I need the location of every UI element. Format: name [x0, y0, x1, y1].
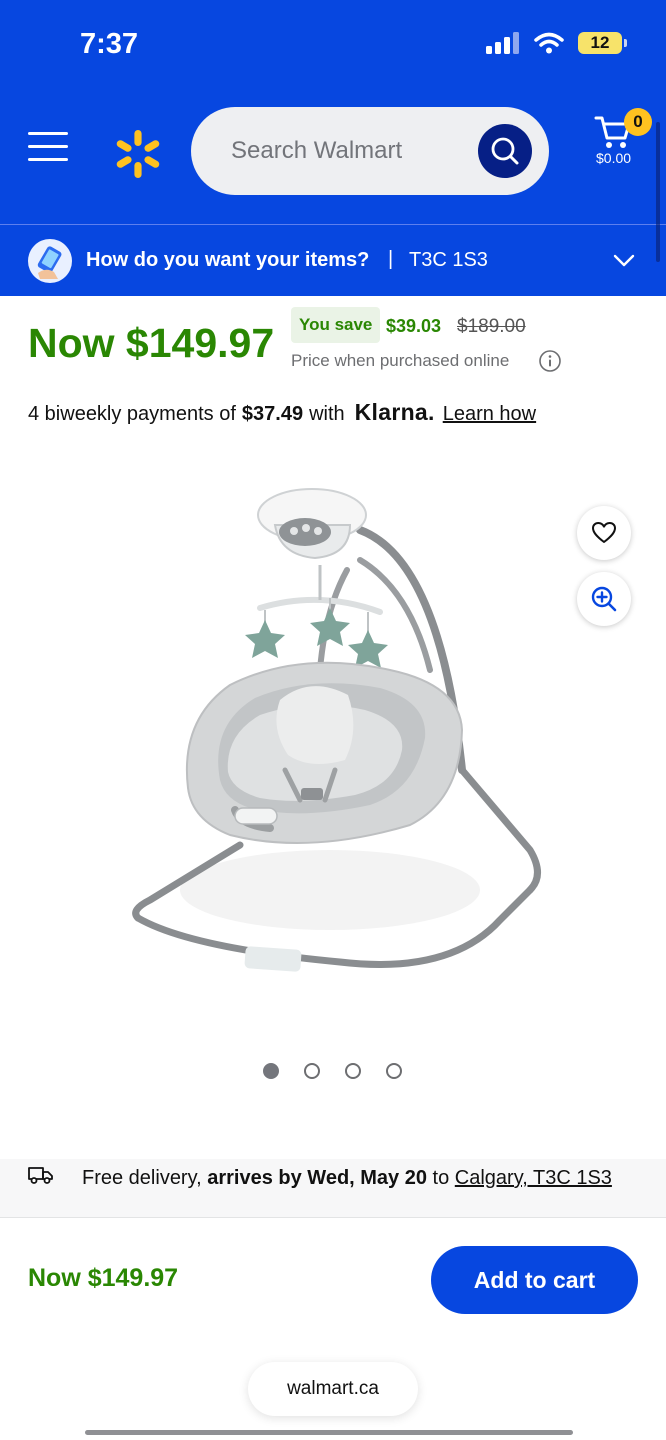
- cellular-signal-icon: [486, 32, 519, 54]
- carousel-dot[interactable]: [345, 1063, 361, 1079]
- fulfillment-separator: |: [388, 248, 394, 270]
- klarna-with: with: [309, 403, 345, 425]
- bottom-price: Now $149.97: [28, 1264, 179, 1292]
- was-price: $189.00: [457, 316, 526, 337]
- fulfillment-selector[interactable]: How do you want your items? | T3C 1S3: [0, 224, 666, 296]
- home-indicator[interactable]: [85, 1430, 573, 1435]
- info-icon[interactable]: [538, 349, 562, 373]
- wifi-icon: [534, 32, 564, 54]
- you-save-badge: You save: [291, 307, 381, 343]
- status-bar: 7:37 12: [0, 0, 666, 90]
- app-header: 0 $0.00: [0, 90, 666, 224]
- klarna-prefix: 4 biweekly payments of: [28, 403, 236, 425]
- search-button[interactable]: [478, 124, 532, 178]
- product-image-baby-swing[interactable]: [110, 470, 550, 1010]
- scrollbar[interactable]: [656, 122, 660, 262]
- favorite-button[interactable]: [577, 506, 631, 560]
- status-icons: 12: [486, 32, 627, 54]
- delivery-estimate: Free delivery, arrives by Wed, May 20 to…: [82, 1167, 612, 1190]
- delivery-info: Free delivery, arrives by Wed, May 20 to…: [0, 1159, 666, 1217]
- cart-total: $0.00: [596, 150, 632, 166]
- postal-code: T3C 1S3: [409, 249, 488, 271]
- walmart-spark-logo[interactable]: [112, 128, 164, 180]
- current-price: Now $149.97: [28, 320, 275, 366]
- learn-how-link[interactable]: Learn how: [443, 403, 536, 426]
- battery-level: 12: [590, 33, 610, 52]
- battery-indicator: 12: [578, 32, 627, 54]
- bottom-action-bar: Now $149.97 Add to cart walmart.ca: [0, 1217, 666, 1440]
- fulfillment-question: How do you want your items?: [86, 249, 370, 271]
- klarna-amount: $37.49: [241, 403, 304, 425]
- cart-count-badge: 0: [624, 108, 652, 136]
- carousel-dots: [263, 1063, 402, 1079]
- carousel-dot[interactable]: [263, 1063, 279, 1079]
- add-to-cart-button[interactable]: Add to cart: [431, 1246, 638, 1314]
- browser-url-bar[interactable]: walmart.ca: [248, 1362, 418, 1416]
- cart-button[interactable]: 0 $0.00: [592, 108, 652, 178]
- price-note: Price when purchased online: [291, 351, 510, 370]
- save-amount: $39.03: [386, 316, 442, 336]
- truck-icon: [28, 1167, 53, 1184]
- heart-icon: [592, 522, 616, 543]
- free-delivery-label: Free delivery,: [82, 1167, 202, 1189]
- delivery-to: to: [432, 1167, 450, 1189]
- zoom-button[interactable]: [577, 572, 631, 626]
- fulfillment-phone-icon: [28, 239, 72, 283]
- url-text: walmart.ca: [287, 1378, 379, 1399]
- carousel-dot[interactable]: [386, 1063, 402, 1079]
- search-bar[interactable]: [191, 107, 549, 195]
- menu-icon: [28, 132, 68, 135]
- zoom-in-icon: [591, 586, 617, 612]
- klarna-payments: 4 biweekly payments of $37.49 with Klarn…: [28, 399, 536, 426]
- search-icon: [491, 137, 519, 165]
- delivery-location-link[interactable]: Calgary, T3C 1S3: [455, 1167, 612, 1189]
- search-input[interactable]: [231, 137, 461, 165]
- carousel-dot[interactable]: [304, 1063, 320, 1079]
- status-time: 7:37: [80, 28, 139, 60]
- menu-button[interactable]: [28, 132, 68, 172]
- chevron-down-icon: [613, 254, 635, 267]
- klarna-logo: Klarna.: [354, 399, 435, 425]
- arrival-date: arrives by Wed, May 20: [207, 1167, 427, 1189]
